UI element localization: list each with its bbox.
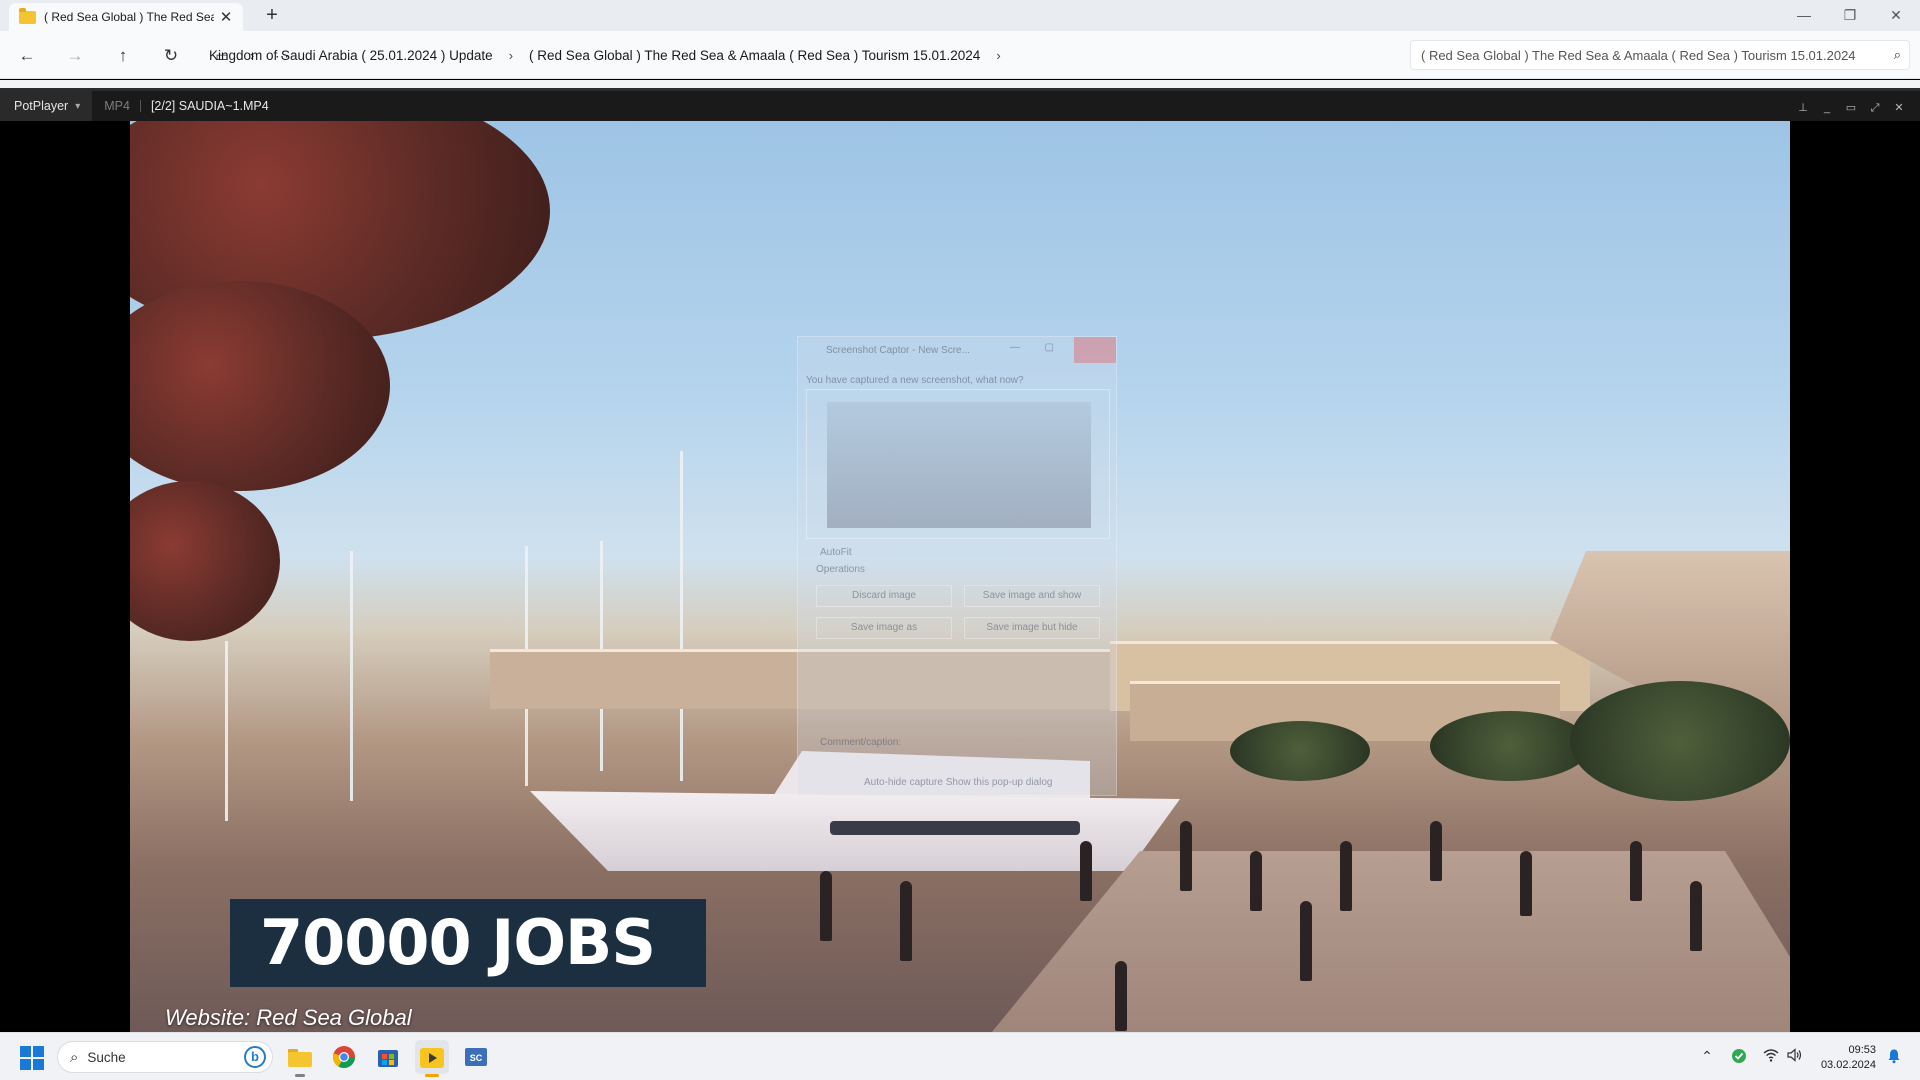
store-icon[interactable] xyxy=(371,1040,405,1074)
shrub xyxy=(1570,681,1790,801)
bing-icon[interactable]: b xyxy=(244,1046,266,1068)
explorer-tab[interactable]: ( Red Sea Global ) The Red Sea ✕ xyxy=(9,3,243,31)
windows-start-icon[interactable] xyxy=(20,1046,44,1070)
shrub xyxy=(1430,711,1590,781)
close-icon[interactable]: ✕ xyxy=(1892,101,1906,115)
explorer-titlebar: ( Red Sea Global ) The Red Sea ✕ + — ❐ ✕ xyxy=(0,0,1920,31)
minimize-icon[interactable]: — xyxy=(1790,4,1818,26)
tab-title: ( Red Sea Global ) The Red Sea xyxy=(44,10,214,24)
shrub xyxy=(1230,721,1370,781)
screenshot-dialog-ghost: Screenshot Captor - New Scre... — ▢ You … xyxy=(797,336,1117,796)
folder-icon xyxy=(19,7,36,24)
person xyxy=(1690,881,1702,951)
person xyxy=(1080,841,1092,901)
divider xyxy=(139,100,141,112)
discard-button: Discard image xyxy=(816,585,952,607)
person xyxy=(1340,841,1352,911)
search-text: ( Red Sea Global ) The Red Sea & Amaala … xyxy=(1421,47,1856,63)
person xyxy=(1250,851,1262,911)
system-clock[interactable]: 09:53 03.02.2024 xyxy=(1814,1043,1876,1073)
app-name: PotPlayer xyxy=(14,99,69,113)
taskbar: ⌕ Suche b SC ⌃ 09:53 03.02.2024 xyxy=(0,1032,1920,1080)
up-arrow-icon[interactable]: ↑ xyxy=(112,45,134,67)
wifi-icon[interactable] xyxy=(1762,1048,1780,1065)
person xyxy=(1520,851,1532,916)
person xyxy=(820,871,832,941)
minimize-icon[interactable]: _ xyxy=(1820,101,1834,115)
file-name: [2/2] SAUDIA~1.MP4 xyxy=(150,99,269,113)
video-frame[interactable]: Screenshot Captor - New Scre... — ▢ You … xyxy=(130,121,1790,1032)
file-explorer-icon[interactable] xyxy=(283,1040,317,1077)
maximize-icon: ▢ xyxy=(1044,342,1054,353)
fullscreen-icon[interactable]: ⤢ xyxy=(1868,101,1882,115)
refresh-icon[interactable]: ↻ xyxy=(160,45,182,67)
chevron-up-icon[interactable]: ⌃ xyxy=(1698,1048,1716,1065)
format-label: MP4 xyxy=(104,99,130,113)
clock-date: 03.02.2024 xyxy=(1820,1059,1876,1071)
chevron-down-icon: ▾ xyxy=(75,100,81,112)
save-hide-button: Save image but hide xyxy=(964,617,1100,639)
notification-bell-icon[interactable] xyxy=(1886,1048,1902,1064)
clock-time: 09:53 xyxy=(1848,1044,1876,1056)
search-placeholder: Suche xyxy=(87,1049,126,1065)
pin-icon[interactable]: ⊥ xyxy=(1796,101,1810,115)
dialog-question: You have captured a new screenshot, what… xyxy=(806,375,1024,386)
chevron-right-icon[interactable]: › xyxy=(996,48,1000,63)
taskbar-search-input[interactable]: ⌕ Suche b xyxy=(57,1041,273,1073)
chevron-right-icon[interactable]: › xyxy=(509,48,513,63)
breadcrumb-item[interactable]: ( Red Sea Global ) The Red Sea & Amaala … xyxy=(526,48,983,63)
tree-foliage xyxy=(130,481,280,641)
minimize-icon: — xyxy=(1010,342,1020,353)
search-icon: ⌕ xyxy=(70,1048,79,1066)
close-icon[interactable]: ✕ xyxy=(1882,4,1910,26)
person xyxy=(1300,901,1312,981)
person xyxy=(900,881,912,961)
dialog-title: Screenshot Captor - New Scre... xyxy=(826,345,970,356)
potplayer-titlebar: PotPlayer ▾ MP4 [2/2] SAUDIA~1.MP4 ⊥ _ ▭… xyxy=(0,88,1920,121)
save-show-button: Save image and show xyxy=(964,585,1100,607)
volume-icon[interactable] xyxy=(1786,1048,1804,1065)
person xyxy=(1180,821,1192,891)
explorer-addressbar: ← → ↑ ↻ ▭ › ⋯ Kingdom of Saudi Arabia ( … xyxy=(0,31,1920,79)
search-icon[interactable]: ⌕ xyxy=(1894,47,1901,63)
dialog-footer-text: Auto-hide capture Show this pop-up dialo… xyxy=(864,777,1053,788)
person xyxy=(1115,961,1127,1031)
tab-close-icon[interactable]: ✕ xyxy=(217,8,235,26)
explorer-content-strip xyxy=(0,80,1920,88)
back-arrow-icon[interactable]: ← xyxy=(16,45,38,67)
potplayer-menu-button[interactable]: PotPlayer ▾ xyxy=(0,91,93,121)
svg-text:SC: SC xyxy=(470,1053,483,1063)
boat-mast xyxy=(225,641,228,821)
potplayer-window: PotPlayer ▾ MP4 [2/2] SAUDIA~1.MP4 ⊥ _ ▭… xyxy=(0,88,1920,1032)
new-tab-button[interactable]: + xyxy=(262,5,282,25)
preview-pane xyxy=(806,389,1110,539)
person xyxy=(1630,841,1642,901)
preview-thumbnail xyxy=(827,402,1091,528)
source-caption: Website: Red Sea Global xyxy=(165,1005,412,1030)
caption-label: Comment/caption: xyxy=(820,737,902,748)
screenshot-captor-icon[interactable]: SC xyxy=(459,1040,493,1074)
potplayer-icon[interactable] xyxy=(415,1040,449,1077)
boat-mast xyxy=(350,551,353,801)
breadcrumb-item[interactable]: Kingdom of Saudi Arabia ( 25.01.2024 ) U… xyxy=(206,48,496,63)
folder-search-input[interactable]: ( Red Sea Global ) The Red Sea & Amaala … xyxy=(1410,40,1910,70)
restore-icon[interactable]: ❐ xyxy=(1836,4,1864,26)
autofit-checkbox: AutoFit xyxy=(820,547,852,558)
forward-arrow-icon[interactable]: → xyxy=(64,45,86,67)
maximize-icon[interactable]: ▭ xyxy=(1844,101,1858,115)
close-icon xyxy=(1074,337,1116,363)
security-check-icon[interactable] xyxy=(1730,1048,1748,1067)
headline-overlay: 70000 JOBS xyxy=(230,899,706,987)
chrome-icon[interactable] xyxy=(327,1040,361,1074)
boat-mast xyxy=(680,451,683,781)
operations-label: Operations xyxy=(816,564,865,575)
breadcrumb: Kingdom of Saudi Arabia ( 25.01.2024 ) U… xyxy=(206,39,1400,71)
save-as-button: Save image as xyxy=(816,617,952,639)
person xyxy=(1430,821,1442,881)
